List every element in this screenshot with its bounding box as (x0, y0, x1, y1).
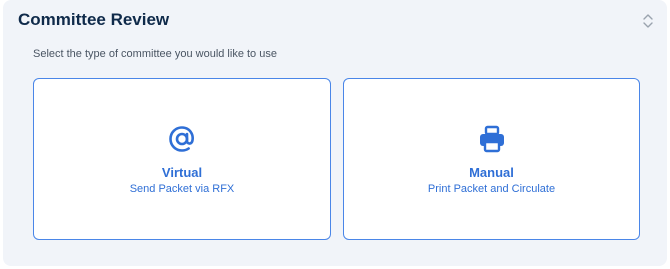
virtual-option-card[interactable]: Virtual Send Packet via RFX (33, 78, 331, 240)
virtual-option-title: Virtual (161, 165, 203, 180)
at-sign-icon (166, 123, 198, 155)
manual-option-description: Print Packet and Circulate (427, 183, 556, 195)
chevron-up-down-icon[interactable] (641, 12, 655, 30)
panel-subtitle: Select the type of committee you would l… (33, 48, 277, 60)
manual-option-card[interactable]: Manual Print Packet and Circulate (343, 78, 640, 240)
virtual-option-description: Send Packet via RFX (129, 183, 235, 195)
printer-icon (476, 123, 508, 155)
panel-title: Committee Review (18, 10, 170, 29)
manual-option-title: Manual (469, 165, 514, 180)
committee-review-panel: Committee Review Select the type of comm… (3, 0, 667, 266)
